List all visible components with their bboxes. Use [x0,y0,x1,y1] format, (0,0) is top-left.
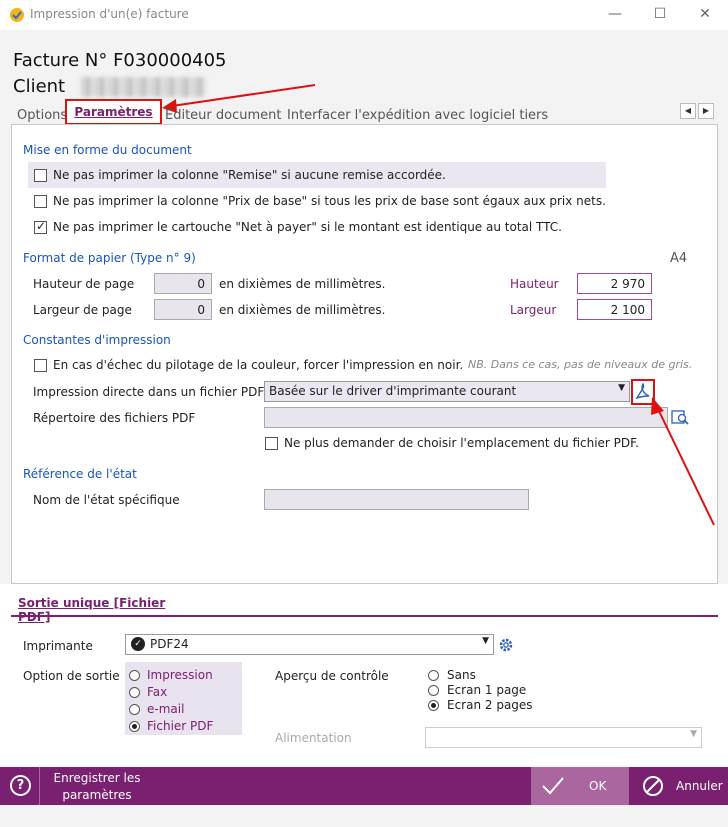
largeur-right-label: Largeur [510,303,557,317]
hauteur-input[interactable]: 0 [154,273,212,294]
option-impression-label: Impression [147,668,213,682]
section-reference: Référence de l'état [23,467,137,481]
ok-button[interactable]: OK [531,767,629,805]
checkbox-ne-plus-demander[interactable] [265,437,278,450]
hauteur-unit: en dixièmes de millimètres. [219,277,386,291]
maximize-button[interactable]: ☐ [637,0,683,30]
radio-impression[interactable] [129,670,140,681]
apercu-2-pages-label: Ecran 2 pages [447,698,533,712]
option-fichier-pdf-label: Fichier PDF [147,719,214,733]
tab-interfacer-expedition[interactable]: Interfacer l'expédition avec logiciel ti… [287,108,548,123]
repertoire-label: Répertoire des fichiers PDF [33,411,196,425]
cancel-icon [643,776,663,796]
section-mise-en-forme: Mise en forme du document [23,143,192,157]
pdf-driver-value: Basée sur le driver d'imprimante courant [269,384,517,398]
printer-settings-gear-icon[interactable] [497,636,515,654]
radio-apercu-sans[interactable] [428,670,439,681]
section-constantes: Constantes d'impression [23,333,171,347]
close-button[interactable]: ✕ [682,0,728,30]
checkbox-net-a-payer[interactable] [34,219,47,234]
largeur-right-input[interactable]: 2 100 [577,299,652,320]
apercu-1-page-label: Ecran 1 page [447,683,527,697]
invoice-number: Facture N° F030000405 [13,50,227,71]
save-settings-label-line2: paramètres [62,788,132,802]
pdf-driver-select[interactable]: Basée sur le driver d'imprimante courant… [264,381,630,402]
imprimante-label: Imprimante [23,639,93,653]
radio-fax[interactable] [129,687,140,698]
radio-apercu-2-pages[interactable] [428,700,439,711]
chevron-down-icon: ▼ [690,729,697,739]
sortie-tab-underline [11,615,718,617]
ok-label: OK [589,779,607,793]
imprimante-select[interactable]: ✓ PDF24 ▼ [125,634,494,655]
repertoire-input[interactable] [264,407,668,428]
hauteur-right-label: Hauteur [510,277,559,291]
chevron-down-icon: ▼ [618,383,625,393]
note-niveaux-gris: NB. Dans ce cas, pas de niveaux de gris. [468,358,693,371]
tab-parametres[interactable]: Paramètres [65,99,162,125]
save-settings-button[interactable]: Enregistrer les paramètres [41,767,153,805]
tab-editeur-document[interactable]: Editeur document [165,108,281,123]
largeur-label: Largeur de page [33,303,132,317]
paper-format: A4 [670,251,688,266]
nom-etat-label: Nom de l'état spécifique [33,493,180,507]
option-email-label: e-mail [147,702,185,716]
label-ne-plus-demander: Ne plus demander de choisir l'emplacemen… [284,436,639,450]
check-icon [542,777,564,795]
tab-scroll-right-icon[interactable]: ▶ [698,103,714,119]
checkbox-forcer-noir[interactable] [34,359,47,372]
chevron-down-icon: ▼ [482,636,489,646]
apercu-sans-label: Sans [447,668,476,682]
label-forcer-noir: En cas d'échec du pilotage de la couleur… [53,358,464,372]
window-title: Impression d'un(e) facture [30,7,189,21]
minimize-button[interactable]: — [592,0,638,30]
annotation-arrow-pdf [651,397,715,526]
help-icon: ? [10,775,31,796]
checkbox-remise[interactable] [34,169,47,182]
nom-etat-input[interactable] [264,489,529,510]
largeur-unit: en dixièmes de millimètres. [219,303,386,317]
parametres-panel [11,124,718,584]
tab-sortie-unique[interactable]: Sortie unique [Fichier PDF] [11,593,188,624]
checkbox-prix-de-base[interactable] [34,195,47,208]
pdf-label: Impression directe dans un fichier PDF [33,385,265,399]
option-sortie-label: Option de sortie [23,669,120,683]
alimentation-select[interactable]: ▼ [425,727,702,748]
label-net-a-payer: Ne pas imprimer le cartouche "Net à paye… [53,220,562,234]
radio-fichier-pdf[interactable] [129,721,140,732]
alimentation-label: Alimentation [275,731,352,745]
option-fax-label: Fax [147,685,168,699]
tab-options[interactable]: Options [17,108,67,123]
app-icon [10,8,24,22]
client-label: Client [13,76,66,97]
help-button[interactable]: ? [0,767,40,805]
label-prix-de-base: Ne pas imprimer la colonne "Prix de base… [53,194,606,208]
cancel-label: Annuler [676,779,723,793]
radio-apercu-1-page[interactable] [428,685,439,696]
tab-scroll-left-icon[interactable]: ◀ [680,103,696,119]
default-printer-check-icon: ✓ [131,637,145,651]
label-remise: Ne pas imprimer la colonne "Remise" si a… [53,168,446,182]
apercu-label: Aperçu de contrôle [275,669,389,683]
hauteur-right-input[interactable]: 2 970 [577,273,652,294]
largeur-input[interactable]: 0 [154,299,212,320]
radio-email[interactable] [129,704,140,715]
save-settings-label-line1: Enregistrer les [53,771,141,785]
title-bar: Impression d'un(e) facture — ☐ ✕ [0,0,728,30]
section-format-papier: Format de papier (Type n° 9) [23,251,196,265]
cancel-button[interactable]: Annuler [629,767,728,805]
imprimante-value: PDF24 [150,637,189,651]
hauteur-label: Hauteur de page [33,277,135,291]
